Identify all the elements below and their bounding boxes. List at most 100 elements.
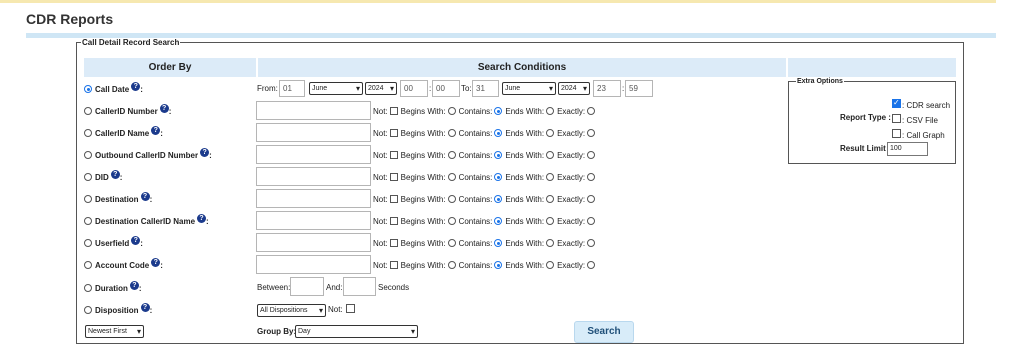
did-radio[interactable] bbox=[84, 173, 92, 181]
group-by-select[interactable]: Day bbox=[295, 325, 418, 338]
outbound-callerid-input[interactable] bbox=[256, 145, 371, 164]
from-month-select[interactable]: June bbox=[309, 82, 363, 95]
help-icon[interactable]: ? bbox=[129, 280, 139, 290]
begins-radio[interactable] bbox=[447, 107, 456, 115]
to-day-input[interactable]: 31 bbox=[472, 80, 499, 97]
begins-radio[interactable] bbox=[447, 239, 456, 247]
begins-radio[interactable] bbox=[447, 173, 456, 181]
help-icon[interactable]: ? bbox=[110, 169, 120, 179]
begins-radio[interactable] bbox=[447, 129, 456, 137]
search-button[interactable]: Search bbox=[574, 321, 634, 343]
callerid-number-radio[interactable] bbox=[84, 107, 92, 115]
to-hour-input[interactable]: 23 bbox=[593, 80, 621, 97]
begins-radio[interactable] bbox=[447, 217, 456, 225]
not-checkbox[interactable] bbox=[389, 173, 398, 181]
duration-max-input[interactable] bbox=[343, 277, 376, 296]
contains-radio[interactable] bbox=[494, 129, 503, 137]
duration-radio[interactable] bbox=[84, 284, 92, 292]
callerid-name-radio[interactable] bbox=[84, 129, 92, 137]
contains-radio[interactable] bbox=[494, 261, 503, 269]
not-checkbox[interactable] bbox=[389, 195, 398, 203]
help-icon[interactable]: ? bbox=[131, 81, 141, 91]
disposition-radio[interactable] bbox=[84, 306, 92, 314]
to-year-select[interactable]: 2024 bbox=[558, 82, 590, 95]
contains-radio[interactable] bbox=[494, 173, 503, 181]
ends-radio[interactable] bbox=[546, 173, 555, 181]
destination-label[interactable]: Destination?: bbox=[84, 189, 152, 209]
contains-radio[interactable] bbox=[494, 107, 503, 115]
begins-radio[interactable] bbox=[447, 151, 456, 159]
account-code-radio[interactable] bbox=[84, 261, 92, 269]
exactly-radio[interactable] bbox=[587, 195, 596, 203]
callerid-number-input[interactable] bbox=[256, 101, 371, 120]
help-icon[interactable]: ? bbox=[197, 213, 207, 223]
not-checkbox[interactable] bbox=[389, 217, 398, 225]
did-label[interactable]: DID?: bbox=[84, 167, 122, 187]
contains-radio[interactable] bbox=[494, 195, 503, 203]
ends-radio[interactable] bbox=[546, 217, 555, 225]
sort-select[interactable]: Newest First bbox=[85, 325, 144, 338]
help-icon[interactable]: ? bbox=[140, 191, 150, 201]
contains-radio[interactable] bbox=[494, 217, 503, 225]
userfield-input[interactable] bbox=[256, 233, 371, 252]
call-date-radio[interactable] bbox=[84, 85, 92, 93]
from-hour-input[interactable]: 00 bbox=[400, 80, 428, 97]
ends-radio[interactable] bbox=[546, 129, 555, 137]
callerid-name-input[interactable] bbox=[256, 123, 371, 142]
ends-radio[interactable] bbox=[546, 151, 555, 159]
destination-radio[interactable] bbox=[84, 195, 92, 203]
help-icon[interactable]: ? bbox=[159, 103, 169, 113]
callerid-name-label[interactable]: CallerID Name?: bbox=[84, 123, 163, 143]
help-icon[interactable]: ? bbox=[131, 235, 141, 245]
userfield-label[interactable]: Userfield?: bbox=[84, 233, 143, 253]
ends-radio[interactable] bbox=[546, 195, 555, 203]
to-min-input[interactable]: 59 bbox=[625, 80, 653, 97]
destination-callerid-name-radio[interactable] bbox=[84, 217, 92, 225]
help-icon[interactable]: ? bbox=[151, 257, 161, 267]
result-limit-input[interactable]: 100 bbox=[887, 142, 928, 156]
help-icon[interactable]: ? bbox=[200, 147, 210, 157]
exactly-radio[interactable] bbox=[587, 217, 596, 225]
callerid-number-label[interactable]: CallerID Number?: bbox=[84, 101, 171, 121]
from-min-input[interactable]: 00 bbox=[432, 80, 460, 97]
exactly-radio[interactable] bbox=[587, 129, 596, 137]
disposition-label[interactable]: Disposition?: bbox=[84, 300, 152, 320]
help-icon[interactable]: ? bbox=[140, 302, 150, 312]
begins-radio[interactable] bbox=[447, 261, 456, 269]
contains-radio[interactable] bbox=[494, 239, 503, 247]
to-month-select[interactable]: June bbox=[502, 82, 556, 95]
not-checkbox[interactable] bbox=[389, 107, 398, 115]
account-code-label[interactable]: Account Code?: bbox=[84, 255, 163, 275]
cdr-search-checkbox[interactable] bbox=[892, 98, 901, 108]
duration-label[interactable]: Duration?: bbox=[84, 278, 142, 298]
ends-radio[interactable] bbox=[546, 239, 555, 247]
account-code-input[interactable] bbox=[256, 255, 371, 274]
from-day-input[interactable]: 01 bbox=[279, 80, 305, 97]
call-date-label[interactable]: Call Date ?: bbox=[84, 79, 143, 99]
contains-radio[interactable] bbox=[494, 151, 503, 159]
from-year-select[interactable]: 2024 bbox=[365, 82, 397, 95]
begins-radio[interactable] bbox=[447, 195, 456, 203]
not-checkbox[interactable] bbox=[389, 129, 398, 137]
disposition-not-checkbox[interactable] bbox=[346, 304, 355, 313]
exactly-radio[interactable] bbox=[587, 107, 596, 115]
destination-input[interactable] bbox=[256, 189, 371, 208]
not-checkbox[interactable] bbox=[389, 151, 398, 159]
not-checkbox[interactable] bbox=[389, 261, 398, 269]
help-icon[interactable]: ? bbox=[151, 125, 161, 135]
ends-radio[interactable] bbox=[546, 107, 555, 115]
exactly-radio[interactable] bbox=[587, 239, 596, 247]
exactly-radio[interactable] bbox=[587, 261, 596, 269]
destination-callerid-name-label[interactable]: Destination CallerID Name?: bbox=[84, 211, 209, 231]
csv-file-checkbox[interactable] bbox=[892, 114, 901, 123]
outbound-callerid-radio[interactable] bbox=[84, 151, 92, 159]
outbound-callerid-label[interactable]: Outbound CallerID Number?: bbox=[84, 145, 212, 165]
call-graph-checkbox[interactable] bbox=[892, 129, 901, 138]
not-checkbox[interactable] bbox=[389, 239, 398, 247]
ends-radio[interactable] bbox=[546, 261, 555, 269]
exactly-radio[interactable] bbox=[587, 173, 596, 181]
destination-callerid-name-input[interactable] bbox=[256, 211, 371, 230]
exactly-radio[interactable] bbox=[587, 151, 596, 159]
userfield-radio[interactable] bbox=[84, 239, 92, 247]
did-input[interactable] bbox=[256, 167, 371, 186]
